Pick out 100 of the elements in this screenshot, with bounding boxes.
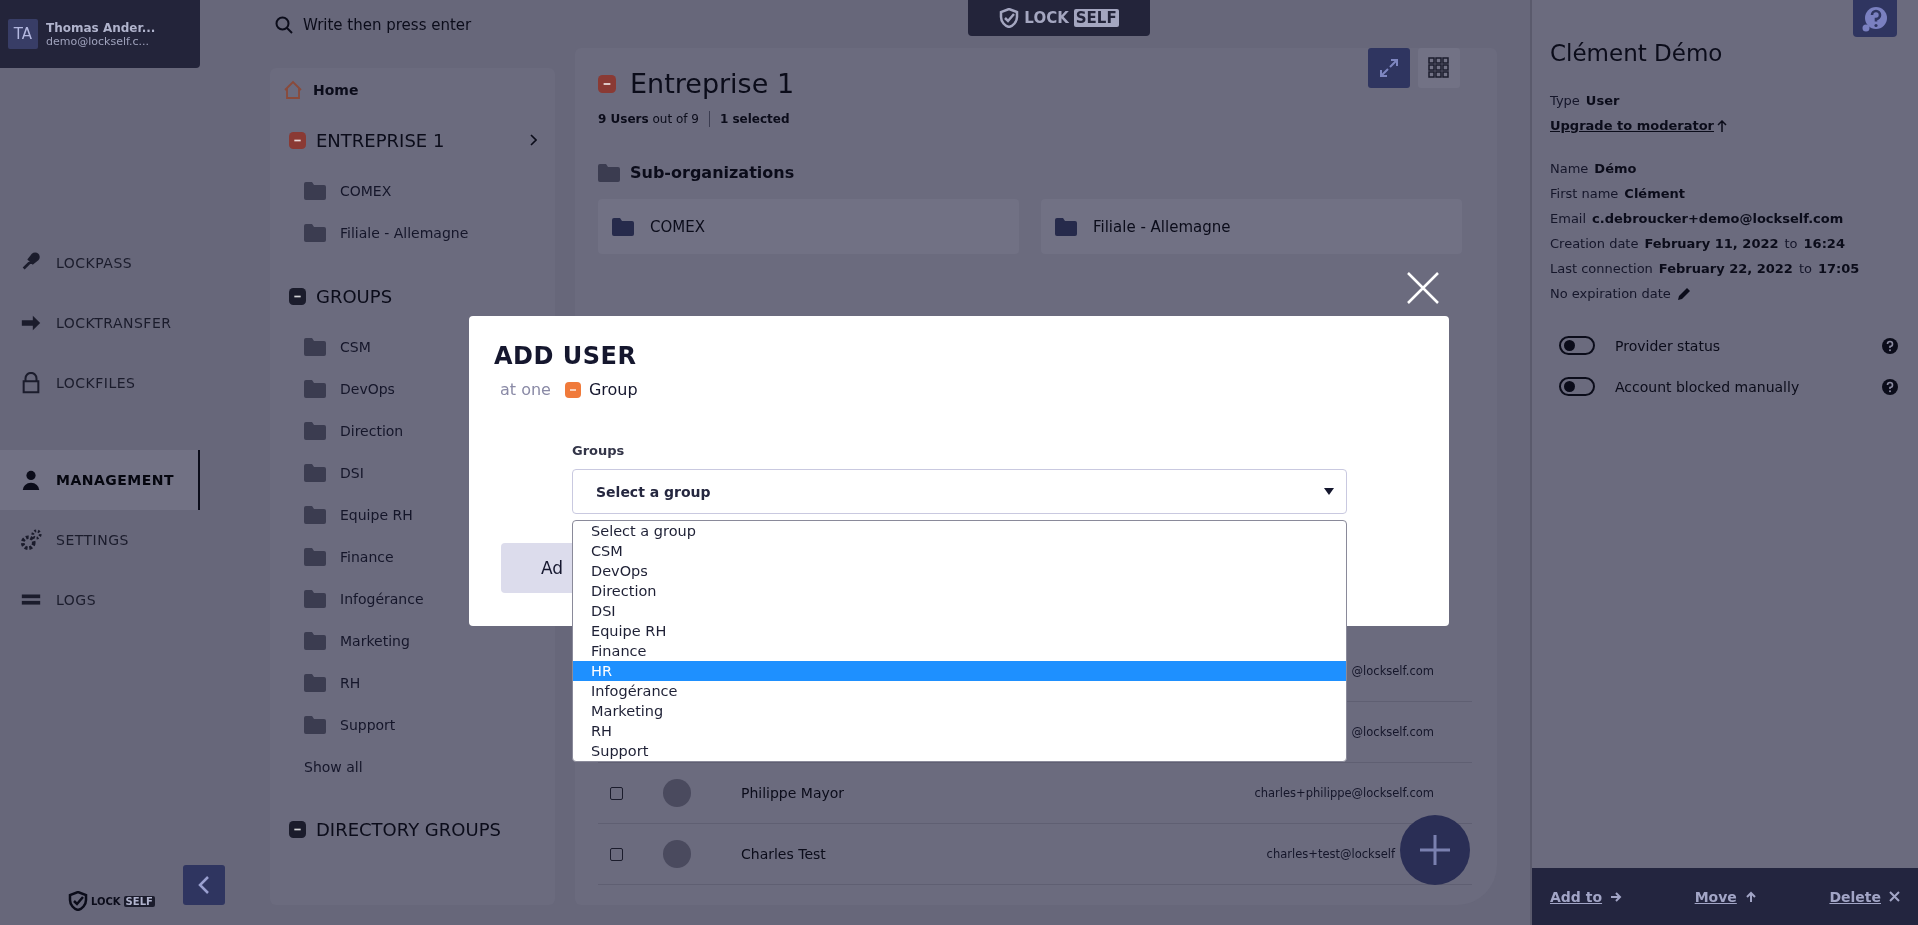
arrow-up-icon [1744, 890, 1757, 903]
user-email: @lockself.com [1351, 725, 1434, 739]
folder-icon [598, 163, 620, 182]
close-icon [1889, 891, 1900, 902]
dropdown-option[interactable]: Marketing [573, 701, 1346, 721]
tree-item[interactable]: RH [340, 675, 361, 691]
show-all-link[interactable]: Show all [304, 759, 363, 775]
person-icon [20, 469, 42, 491]
nav-item[interactable]: SETTINGS [0, 510, 200, 570]
tree-item[interactable]: Marketing [340, 633, 410, 649]
dropdown-option[interactable]: HR [573, 661, 1346, 681]
expand-button[interactable] [1368, 48, 1410, 88]
home-link[interactable]: Home [313, 82, 359, 98]
avatar-circle [663, 779, 691, 807]
help-icon[interactable] [1882, 378, 1898, 395]
folder-icon [304, 338, 326, 356]
dropdown-option[interactable]: Direction [573, 581, 1346, 601]
dropdown-option[interactable]: DSI [573, 601, 1346, 621]
field-time: 17:05 [1817, 261, 1860, 276]
directory-groups-heading[interactable]: DIRECTORY GROUPS [316, 818, 501, 840]
dropdown-option[interactable]: RH [573, 721, 1346, 741]
row-checkbox[interactable] [610, 847, 623, 861]
search-field[interactable]: Write then press enter [303, 16, 703, 34]
toggle-label: Provider status [1615, 337, 1721, 354]
tree-item[interactable]: DevOps [340, 381, 395, 397]
group-icon [289, 820, 306, 838]
close-button[interactable] [1405, 270, 1441, 306]
caret-icon [1324, 488, 1334, 495]
toggle-switch[interactable] [1559, 377, 1595, 396]
field-value: Clément [1624, 186, 1685, 201]
scope-label: Group [588, 380, 638, 399]
scope-prefix: at one [500, 380, 551, 399]
field-label: Groups [572, 443, 626, 458]
folder-icon [304, 380, 326, 398]
tree-item[interactable]: Support [340, 717, 396, 733]
organization-icon [598, 74, 616, 93]
folder-icon [304, 590, 326, 608]
nav-item[interactable]: LOGS [0, 570, 200, 630]
padlock-icon [20, 372, 42, 394]
folder-icon [1055, 217, 1077, 236]
nav-item[interactable]: MANAGEMENT [0, 450, 200, 510]
collapse-sidebar-button[interactable] [183, 865, 225, 905]
help-icon[interactable] [1882, 337, 1898, 354]
nav-item[interactable]: LOCKFILES [0, 353, 200, 413]
tree-item[interactable]: Finance [340, 549, 394, 565]
nav-item[interactable]: LOCKTRANSFER [0, 293, 200, 353]
tree-item[interactable]: COMEX [340, 183, 392, 199]
arrow-right-icon [1610, 890, 1623, 903]
tree-item[interactable]: Direction [340, 423, 404, 439]
help-button[interactable] [1853, 0, 1897, 37]
upgrade-link[interactable]: Upgrade to moderator [1550, 113, 1727, 138]
group-select[interactable]: Select a group [572, 469, 1347, 514]
search-icon [275, 16, 293, 34]
dropdown-option[interactable]: Equipe RH [573, 621, 1346, 641]
action-link[interactable]: Delete [1829, 888, 1900, 905]
suborganization-card[interactable]: Filiale - Allemagne [1041, 199, 1462, 254]
tree-item[interactable]: Infogérance [340, 591, 424, 607]
grid-view-button[interactable] [1418, 48, 1460, 88]
tree-item[interactable]: DSI [340, 465, 364, 481]
field-label: Email [1550, 211, 1587, 226]
expand-arrows-icon [1378, 57, 1400, 79]
dropdown-option[interactable]: Support [573, 741, 1346, 761]
dropdown-option[interactable]: Finance [573, 641, 1346, 661]
group-icon [564, 381, 581, 398]
folder-icon [304, 674, 326, 692]
user-email: @lockself.com [1351, 664, 1434, 678]
action-link[interactable]: Move [1694, 888, 1757, 905]
action-link[interactable]: Add to [1550, 888, 1623, 905]
dropdown-option[interactable]: CSM [573, 541, 1346, 561]
folder-icon [612, 217, 634, 236]
group-icon [289, 287, 306, 305]
tree-item[interactable]: Filiale - Allemagne [340, 225, 469, 241]
organization-heading[interactable]: ENTREPRISE 1 [316, 129, 445, 151]
suborganization-name: Filiale - Allemagne [1093, 217, 1231, 236]
groups-heading[interactable]: GROUPS [316, 285, 393, 307]
folder-icon [304, 506, 326, 524]
field-time: 16:24 [1803, 236, 1845, 251]
toggle-switch[interactable] [1559, 336, 1595, 355]
arrow-up-icon [1717, 119, 1727, 132]
tree-item[interactable]: Equipe RH [340, 507, 413, 523]
tree-item[interactable]: CSM [340, 339, 371, 355]
nav-item[interactable]: LOCKPASS [0, 233, 200, 293]
close-icon [1405, 270, 1441, 306]
field-joiner: to [1784, 236, 1798, 251]
suborganization-card[interactable]: COMEX [598, 199, 1019, 254]
pencil-icon[interactable] [1676, 286, 1691, 301]
user-name: Charles Test [741, 846, 826, 862]
folder-icon [304, 632, 326, 650]
row-checkbox[interactable] [610, 786, 623, 800]
dropdown-option[interactable]: DevOps [573, 561, 1346, 581]
home-icon [283, 80, 303, 100]
dropdown-option[interactable]: Infogérance [573, 681, 1346, 701]
field-value: February 22, 2022 [1658, 261, 1793, 276]
field-value: February 11, 2022 [1644, 236, 1779, 251]
dropdown-option[interactable]: Select a group [573, 521, 1346, 541]
user-name: Thomas Ander... [46, 20, 156, 35]
shield-logo-icon [999, 8, 1020, 28]
shield-logo-icon [68, 891, 88, 911]
field-label: Last connection [1550, 261, 1653, 276]
lockself-logo: LOCK SELF [968, 0, 1150, 36]
